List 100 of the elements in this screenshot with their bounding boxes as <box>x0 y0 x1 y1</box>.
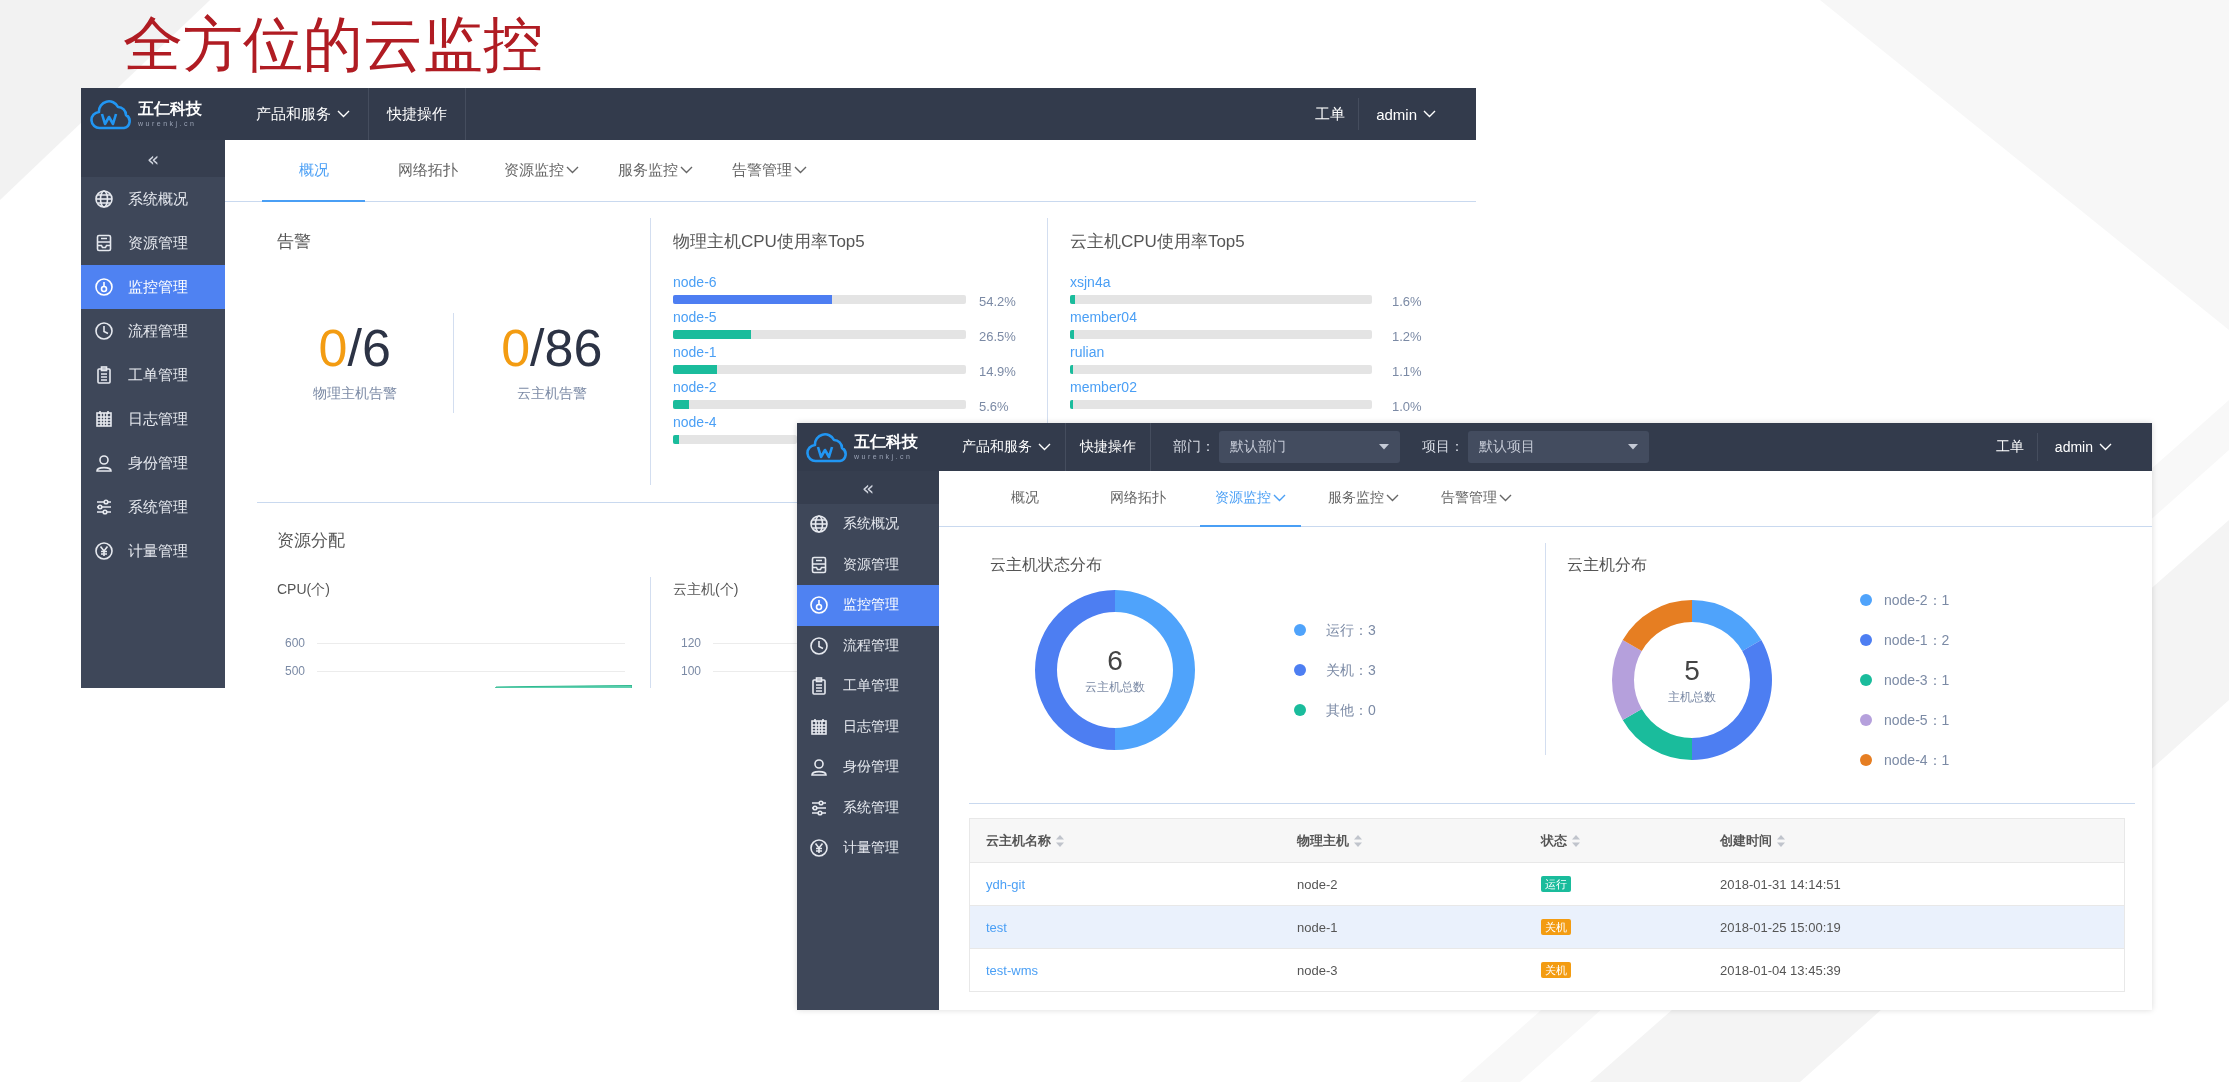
sidebar-item[interactable]: 资源管理 <box>797 544 939 585</box>
tab[interactable]: 网络拓扑 <box>376 140 479 202</box>
table-cell: 2018-01-25 15:00:19 <box>1720 919 1841 935</box>
gauge-icon <box>809 595 829 616</box>
sliders-icon <box>809 797 829 818</box>
sidebar-item[interactable]: 监控管理 <box>797 585 939 626</box>
column-header[interactable]: 物理主机 <box>1281 819 1525 862</box>
sidebar-item[interactable]: 系统概况 <box>797 504 939 545</box>
tab[interactable]: 服务监控 <box>1313 471 1414 527</box>
chevron-down-icon <box>2099 443 2112 451</box>
panel-title: 云主机状态分布 <box>990 555 1103 575</box>
tray-icon <box>94 233 114 253</box>
select-field[interactable]: 默认项目 <box>1468 431 1649 463</box>
legend-label: node-5：1 <box>1884 711 1950 730</box>
chevron-down-icon <box>794 166 807 174</box>
sidebar-item[interactable]: 系统管理 <box>797 787 939 828</box>
tab[interactable]: 告警管理 <box>1426 471 1527 527</box>
legend-label: 关机：3 <box>1326 661 1376 680</box>
chart-title: 云主机(个) <box>673 580 740 599</box>
sidebar-item[interactable]: 系统管理 <box>81 485 225 529</box>
donut-label: 主机总数 <box>1668 688 1716 706</box>
tab[interactable]: 资源监控 <box>490 140 593 202</box>
legend-label: 其他：0 <box>1326 701 1376 720</box>
sort-icon <box>1572 834 1580 847</box>
collapse-button[interactable]: « <box>81 140 225 177</box>
clock-icon <box>809 635 829 656</box>
alarm-count: 0/6 <box>318 319 391 377</box>
donut-total: 5 <box>1684 654 1700 687</box>
work-orders-link[interactable]: 工单 <box>1982 432 2038 462</box>
usage-percent: 1.2% <box>1392 329 1422 344</box>
top-menu-item[interactable]: 产品和服务 <box>238 88 369 140</box>
cloud-logo-icon <box>806 430 850 464</box>
top-menu-item[interactable]: 产品和服务 <box>948 423 1066 471</box>
clipboard-icon <box>809 676 829 697</box>
globe-icon <box>809 514 829 535</box>
legend-label: node-1：2 <box>1884 631 1950 650</box>
axis-tick-label: 120 <box>679 636 701 650</box>
table-cell: node-3 <box>1297 962 1338 978</box>
axis-tick-label: 600 <box>283 636 305 650</box>
user-icon <box>809 757 829 778</box>
alarm-count: 0/86 <box>501 319 603 377</box>
panel-title: 物理主机CPU使用率Top5 <box>673 231 866 253</box>
chevron-down-icon <box>566 166 579 174</box>
calendar-icon <box>94 409 114 429</box>
user-menu[interactable]: admin <box>1359 88 1476 140</box>
axis-tick-label: 100 <box>679 664 701 678</box>
panel-title: 云主机分布 <box>1567 555 1648 575</box>
yen-icon <box>809 838 829 859</box>
column-header[interactable]: 创建时间 <box>1704 819 2124 862</box>
chevron-down-icon <box>1386 494 1399 502</box>
top-menu-item[interactable]: 快捷操作 <box>369 88 466 140</box>
sort-icon <box>1056 834 1064 847</box>
sidebar-item[interactable]: 日志管理 <box>81 397 225 441</box>
sidebar-item[interactable]: 计量管理 <box>81 529 225 573</box>
tab[interactable]: 服务监控 <box>604 140 707 202</box>
sidebar-item[interactable]: 流程管理 <box>81 309 225 353</box>
counter-label: 物理主机告警 <box>312 385 397 403</box>
sidebar-item[interactable]: 计量管理 <box>797 828 939 869</box>
status-badge: 关机 <box>1541 962 1571 978</box>
sidebar-item[interactable]: 流程管理 <box>797 625 939 666</box>
chevron-down-icon <box>1423 110 1436 118</box>
sidebar-item[interactable]: 工单管理 <box>81 353 225 397</box>
chevron-down-icon <box>1499 494 1512 502</box>
table-cell: node-2 <box>1297 876 1338 892</box>
column-header[interactable]: 状态 <box>1525 819 1704 862</box>
top-menu-item[interactable]: 快捷操作 <box>1066 423 1151 471</box>
sidebar-item[interactable]: 日志管理 <box>797 706 939 747</box>
user-menu[interactable]: admin <box>2037 423 2152 471</box>
sidebar-item[interactable]: 资源管理 <box>81 221 225 265</box>
tab[interactable]: 概况 <box>974 471 1075 527</box>
sidebar-item[interactable]: 监控管理 <box>81 265 225 309</box>
caret-icon <box>1379 444 1389 450</box>
section-title: 资源分配 <box>276 530 346 552</box>
legend-label: node-3：1 <box>1884 671 1950 690</box>
sidebar-item[interactable]: 身份管理 <box>81 441 225 485</box>
sidebar-item[interactable]: 工单管理 <box>797 666 939 707</box>
tab[interactable]: 告警管理 <box>718 140 821 202</box>
filter-label: 项目： <box>1422 438 1464 456</box>
usage-percent: 1.0% <box>1392 399 1422 414</box>
usage-percent: 5.6% <box>979 399 1009 414</box>
calendar-icon <box>809 716 829 737</box>
table-cell: 2018-01-31 14:14:51 <box>1720 876 1841 892</box>
sliders-icon <box>94 497 114 517</box>
sidebar-item[interactable]: 系统概况 <box>81 177 225 221</box>
sidebar-item[interactable]: 身份管理 <box>797 747 939 788</box>
collapse-button[interactable]: « <box>797 471 939 504</box>
select-field[interactable]: 默认部门 <box>1219 431 1400 463</box>
legend-label: 运行：3 <box>1326 621 1376 640</box>
counter-label: 云主机告警 <box>516 385 587 403</box>
column-header[interactable]: 云主机名称 <box>970 819 1281 862</box>
tray-icon <box>809 554 829 575</box>
work-orders-link[interactable]: 工单 <box>1302 98 1360 130</box>
status-badge: 关机 <box>1541 919 1571 935</box>
tab[interactable]: 网络拓扑 <box>1087 471 1188 527</box>
brand-name: 五仁科技 <box>854 434 918 450</box>
filter-label: 部门： <box>1173 438 1215 456</box>
cloud-logo-icon <box>90 97 134 131</box>
clipboard-icon <box>94 365 114 385</box>
clock-icon <box>94 321 114 341</box>
legend-label: node-2：1 <box>1884 591 1950 610</box>
